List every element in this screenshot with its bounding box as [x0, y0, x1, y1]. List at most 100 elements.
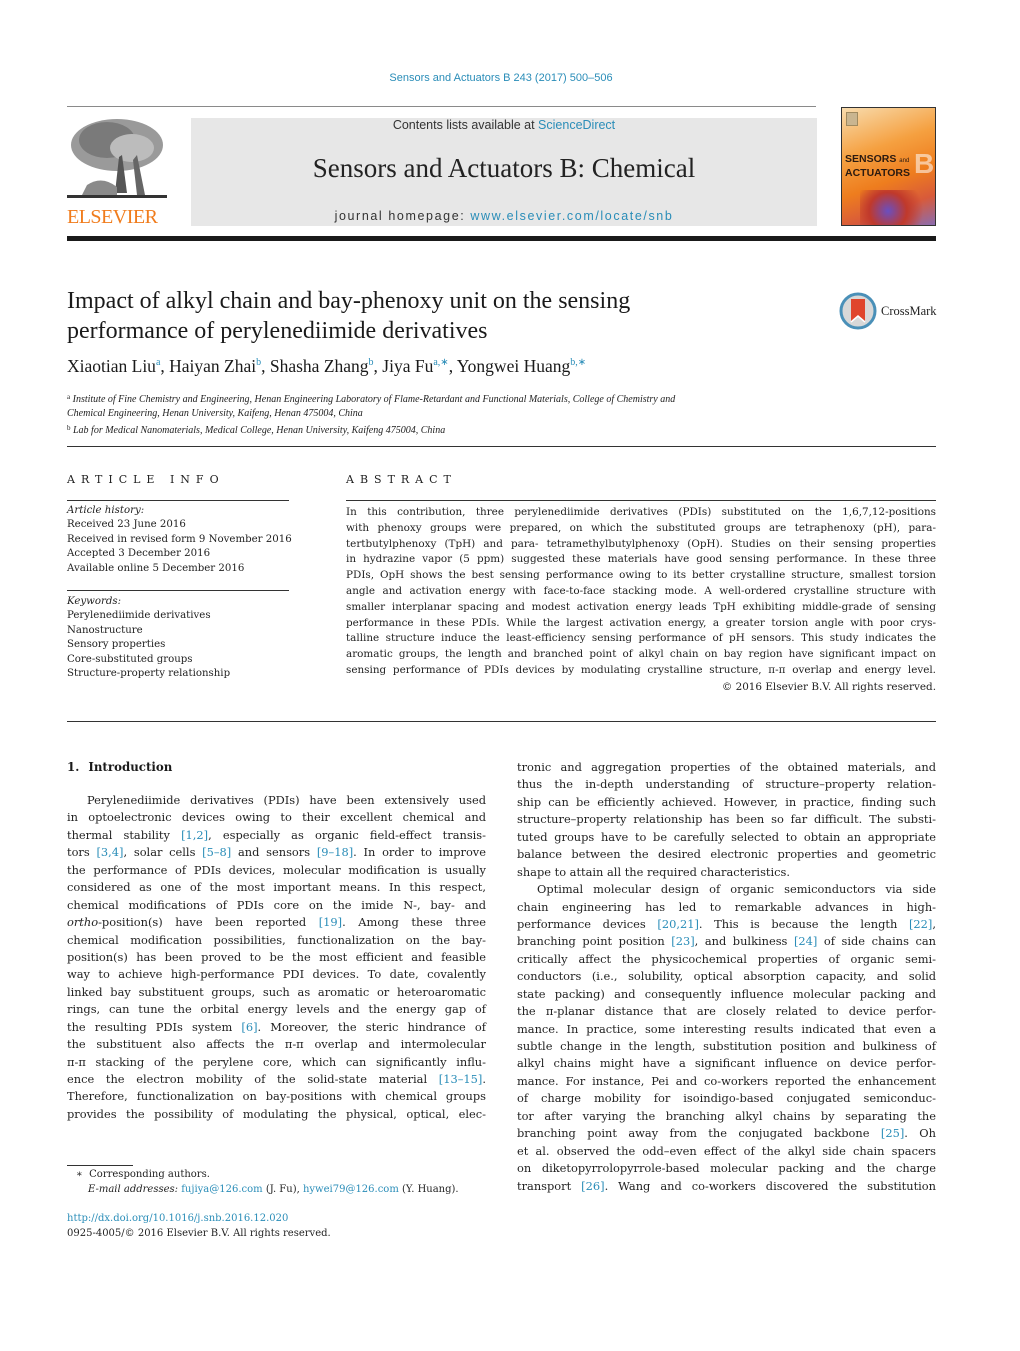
divider: [67, 500, 289, 501]
citation-link[interactable]: [1,2]: [181, 828, 208, 842]
body-line: the substituent also affects the π-π ove…: [67, 1037, 486, 1052]
email-owner: (Y. Huang).: [398, 1184, 459, 1195]
affiliations: a Institute of Fine Chemistry and Engine…: [67, 390, 827, 438]
author-affiliation-marker[interactable]: a,∗: [433, 357, 448, 368]
body-line: ortho-position(s) have been reported [19…: [67, 915, 487, 930]
body-line: rings, can tune the orbital energy level…: [67, 1002, 486, 1017]
body-line: mance. For instance, Pei and co-workers …: [517, 1073, 936, 1088]
body-line: shape to attain all the required charact…: [517, 864, 790, 879]
doi-link[interactable]: http://dx.doi.org/10.1016/j.snb.2016.12.…: [67, 1213, 288, 1224]
citation-link[interactable]: [3,4]: [96, 845, 123, 859]
citation-link[interactable]: [22]: [909, 917, 932, 931]
elsevier-logo[interactable]: ELSEVIER: [67, 115, 167, 227]
citation-link[interactable]: [5–8]: [202, 845, 231, 859]
body-line: branching point position [23], and bulki…: [517, 934, 936, 949]
abstract-copyright: © 2016 Elsevier B.V. All rights reserved…: [721, 681, 936, 693]
abstract-line: PDIs, OpH shows the best sensing perform…: [346, 569, 936, 582]
footnote-star: ∗: [76, 1169, 83, 1180]
keyword: Nanostructure: [67, 624, 143, 636]
author[interactable]: Yongwei Huangb,∗: [457, 356, 586, 376]
affiliation: b Lab for Medical Nanomaterials, Medical…: [67, 421, 827, 438]
citation-link[interactable]: [25]: [881, 1126, 904, 1140]
journal-citation-link[interactable]: Sensors and Actuators B 243 (2017) 500–5…: [0, 72, 1002, 84]
body-line: Therefore, functionalization on bay-posi…: [67, 1089, 486, 1104]
journal-citation-text[interactable]: Sensors and Actuators B 243 (2017) 500–5…: [389, 72, 612, 84]
title-line-1: Impact of alkyl chain and bay-phenoxy un…: [67, 288, 631, 314]
journal-cover-thumbnail[interactable]: SENSORS and ACTUATORS B: [841, 107, 936, 226]
body-line: chemical modification possibilities, fun…: [67, 932, 486, 947]
divider: [67, 446, 936, 447]
author-name[interactable]: Haiyan Zhai: [169, 356, 256, 376]
homepage-link[interactable]: www.elsevier.com/locate/snb: [470, 209, 673, 223]
body-line: Perylenediimide derivatives (PDIs) have …: [87, 793, 486, 807]
email-link[interactable]: fujiya@126.com: [181, 1184, 262, 1195]
body-line: linked bay substituent groups, such as a…: [67, 984, 486, 999]
abstract-line: performance in these PDIs. While the lar…: [346, 616, 936, 629]
cover-title-line1: SENSORS: [845, 153, 897, 165]
sciencedirect-link[interactable]: ScienceDirect: [538, 118, 615, 132]
body-line: tors [3,4], solar cells [5–8] and sensor…: [67, 845, 486, 860]
author[interactable]: Haiyan Zhaib: [169, 356, 261, 376]
body-line: transport [26]. Wang and co-workers disc…: [517, 1178, 936, 1193]
author-name[interactable]: Jiya Fu: [382, 356, 433, 376]
body-line: chemical modifications of PDIs core on t…: [67, 897, 486, 912]
body-line: balance between the desired electronic p…: [517, 847, 936, 862]
crossmark-label: CrossMark: [881, 303, 937, 318]
body-line: the performance of PDIs devices, molecul…: [67, 862, 486, 877]
author[interactable]: Jiya Fua,∗: [382, 356, 448, 376]
author-affiliation-marker[interactable]: b,∗: [570, 357, 586, 368]
abstract-line: aromatic groups, the length and branched…: [346, 648, 936, 661]
author-name[interactable]: Xiaotian Liu: [67, 356, 156, 376]
keywords-label: Keywords:: [67, 596, 122, 607]
divider: [67, 590, 289, 591]
author[interactable]: Xiaotian Liua: [67, 356, 160, 376]
body-column-right: tronic and aggregation properties of the…: [517, 759, 936, 1195]
body-line: conductors (i.e., solubility, optical ab…: [517, 969, 936, 984]
keyword: Perylenediimide derivatives: [67, 610, 211, 622]
keywords: Keywords: Perylenediimide derivatives Na…: [67, 595, 297, 681]
cover-title-and: and: [899, 158, 910, 164]
crossmark-button[interactable]: CrossMark: [839, 291, 939, 331]
abstract-line: sensing performance of PDIs devices by m…: [346, 663, 936, 676]
divider: [67, 721, 936, 722]
body-line: subtle change in the length, substitutio…: [517, 1039, 936, 1053]
body-line: tronic and aggregation properties of the…: [517, 760, 936, 774]
abstract-line: In this contribution, three perylenediim…: [346, 506, 936, 518]
header-divider: [67, 106, 816, 107]
citation-link[interactable]: [6]: [241, 1020, 257, 1034]
affiliation-marker: a: [67, 393, 71, 401]
body-line: considered as one of the most important …: [67, 880, 486, 895]
body-line: way to achieve high-performance PDI devi…: [67, 967, 486, 982]
section-heading-introduction: 1. Introduction: [67, 760, 172, 774]
citation-link[interactable]: [24]: [794, 934, 817, 948]
author-name[interactable]: Yongwei Huang: [457, 356, 570, 376]
body-line: thermal stability [1,2], especially as o…: [67, 827, 486, 842]
history-item: Received 23 June 2016: [67, 519, 186, 531]
crossmark-icon: [839, 292, 877, 330]
citation-link[interactable]: [9–18]: [317, 845, 353, 859]
corresponding-note: ∗ Corresponding authors.: [76, 1167, 459, 1182]
abstract-line: smaller interplanar spacing and modest a…: [346, 600, 936, 613]
journal-name: Sensors and Actuators B: Chemical: [312, 153, 696, 183]
journal-homepage: journal homepage: www.elsevier.com/locat…: [191, 209, 817, 223]
body-line: branching point away from the conjugated…: [517, 1126, 936, 1141]
body-line: tor after varying the branching alkyl ch…: [517, 1108, 936, 1123]
contents-prefix: Contents lists available at: [392, 118, 539, 132]
body-line: of charge mobility for isoindigo-based c…: [517, 1091, 936, 1106]
doi-block: http://dx.doi.org/10.1016/j.snb.2016.12.…: [67, 1212, 331, 1241]
keyword: Core-substituted groups: [67, 653, 193, 665]
citation-link[interactable]: [23]: [671, 934, 694, 948]
citation-link[interactable]: [26]: [581, 1179, 604, 1193]
divider: [346, 500, 936, 501]
body-line: ship can be efficiently achieved. Howeve…: [517, 794, 936, 809]
email-link[interactable]: hywei79@126.com: [303, 1184, 399, 1195]
citation-link[interactable]: [13–15]: [439, 1072, 483, 1086]
author-name[interactable]: Shasha Zhang: [270, 356, 369, 376]
citation-link[interactable]: [19]: [319, 915, 342, 929]
affiliation-text: Lab for Medical Nanomaterials, Medical C…: [73, 425, 446, 436]
email-owner: (J. Fu),: [262, 1184, 303, 1195]
cover-title-line2: ACTUATORS: [845, 167, 910, 179]
citation-link[interactable]: [20,21]: [657, 917, 699, 931]
author[interactable]: Shasha Zhangb: [270, 356, 374, 376]
cover-title: SENSORS and ACTUATORS: [845, 153, 910, 179]
